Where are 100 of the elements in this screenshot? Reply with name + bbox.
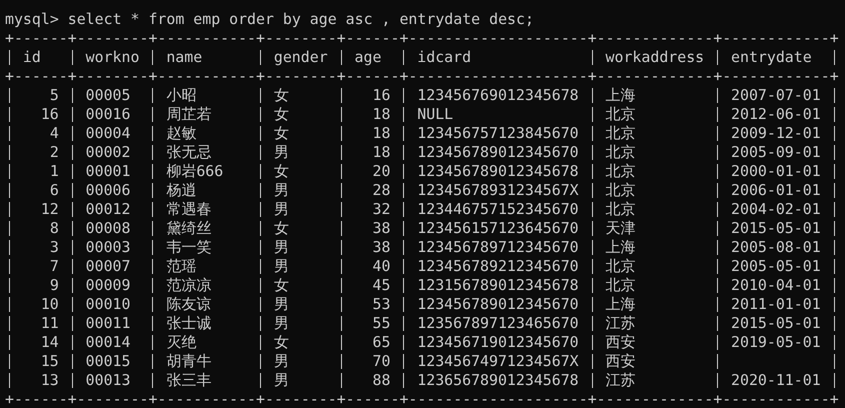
table-cell: 16 — [40, 105, 59, 124]
table-cell: 28 — [372, 181, 390, 200]
table-cell: 北京 — [606, 276, 636, 295]
table-cell: 2009-12-01 — [731, 124, 821, 143]
table-cell: 女 — [274, 86, 289, 105]
table-cell: 123446757152345670 — [417, 200, 579, 219]
table-cell: NULL — [417, 105, 454, 124]
table-cell: 123456769012345678 — [417, 86, 579, 105]
table-border: +------+--------+-----------+--------+------+--------------------+-------------+------------+ — [5, 390, 839, 408]
table-cell: 00009 — [86, 276, 130, 295]
table-cell: 女 — [274, 162, 289, 181]
table-cell: 2004-02-01 — [731, 200, 821, 219]
table-cell: 70 — [372, 352, 390, 371]
table-cell: 男 — [274, 352, 289, 371]
table-cell: 陈友谅 — [166, 295, 212, 314]
table-cell: 2006-01-01 — [731, 181, 821, 200]
table-cell: 张无忌 — [166, 143, 212, 162]
table-cell: 00013 — [86, 371, 130, 390]
table-cell: 常遇春 — [166, 200, 212, 219]
table-cell: 00015 — [86, 352, 130, 371]
table-cell: 1 — [50, 162, 59, 181]
table-cell: 38 — [372, 238, 390, 257]
table-cell: 10 — [40, 295, 59, 314]
table-cell: 2020-11-01 — [731, 371, 821, 390]
table-cell: 00006 — [86, 181, 130, 200]
column-header: gender — [274, 48, 328, 67]
table-cell: 12345678931234567X — [417, 181, 579, 200]
table-cell: 北京 — [606, 257, 636, 276]
table-cell: 65 — [372, 333, 390, 352]
table-cell: 123456789712345670 — [417, 238, 579, 257]
table-cell: 9 — [50, 276, 59, 295]
table-cell: 上海 — [606, 86, 636, 105]
table-cell: 15 — [40, 352, 59, 371]
table-cell: 女 — [274, 276, 289, 295]
table-cell: 11 — [40, 314, 59, 333]
table-cell: 女 — [274, 333, 289, 352]
table-cell: 00004 — [86, 124, 130, 143]
table-cell: 上海 — [606, 238, 636, 257]
table-cell: 2005-09-01 — [731, 143, 821, 162]
table-cell: 6 — [50, 181, 59, 200]
table-cell: 88 — [372, 371, 390, 390]
table-cell: 2007-07-01 — [731, 86, 821, 105]
table-cell: 黛绮丝 — [166, 219, 212, 238]
command-text: mysql> select * from emp order by age asc , entrydate desc; — [5, 10, 534, 28]
table-cell: 18 — [372, 143, 390, 162]
table-cell: 123456789212345670 — [417, 257, 579, 276]
table-cell: 2012-06-01 — [731, 105, 821, 124]
table-cell: 北京 — [606, 181, 636, 200]
table-cell: 38 — [372, 219, 390, 238]
table-cell: 00002 — [86, 143, 130, 162]
table-cell: 18 — [372, 105, 390, 124]
table-cell: 7 — [50, 257, 59, 276]
column-header: name — [166, 48, 202, 67]
table-cell: 男 — [274, 314, 289, 333]
table-cell: 2019-05-01 — [731, 333, 821, 352]
table-cell: 123567897123465670 — [417, 314, 579, 333]
table-cell: 00014 — [86, 333, 130, 352]
table-cell: 53 — [372, 295, 390, 314]
table-cell: 男 — [274, 257, 289, 276]
column-header: workaddress — [606, 48, 704, 67]
table-border: +------+--------+-----------+--------+------+--------------------+-------------+------------+ — [5, 29, 839, 47]
table-cell: 2000-01-01 — [731, 162, 821, 181]
table-cell: 32 — [372, 200, 390, 219]
table-cell: 男 — [274, 181, 289, 200]
table-cell: 西安 — [606, 352, 636, 371]
table-cell: 12345674971234567X — [417, 352, 579, 371]
table-cell: 赵敏 — [166, 124, 196, 143]
table-cell: 北京 — [606, 200, 636, 219]
table-cell: 天津 — [606, 219, 636, 238]
table-cell: 北京 — [606, 124, 636, 143]
table-cell: 55 — [372, 314, 390, 333]
table-cell: 2015-05-01 — [731, 219, 821, 238]
table-cell: 00005 — [86, 86, 130, 105]
table-cell: 00016 — [86, 105, 130, 124]
table-cell: 00010 — [86, 295, 130, 314]
table-cell: 123456719012345670 — [417, 333, 579, 352]
column-header: workno — [86, 48, 140, 67]
table-cell: 14 — [40, 333, 59, 352]
table-cell: 123456757123845670 — [417, 124, 579, 143]
table-cell: 18 — [372, 124, 390, 143]
column-header: entrydate — [731, 48, 812, 67]
table-cell: 123656789012345678 — [417, 371, 579, 390]
column-header: idcard — [417, 48, 472, 67]
table-cell: 男 — [274, 371, 289, 390]
table-cell: 江苏 — [606, 314, 636, 333]
table-cell: 8 — [50, 219, 59, 238]
table-cell: 123456789012345678 — [417, 162, 579, 181]
table-cell: 123156789012345678 — [417, 276, 579, 295]
table-cell: 40 — [372, 257, 390, 276]
table-cell: 2005-05-01 — [731, 257, 821, 276]
table-cell: 小昭 — [166, 86, 196, 105]
table-cell: 123456157123645670 — [417, 219, 579, 238]
table-cell: 北京 — [606, 143, 636, 162]
table-cell: 123456789012345670 — [417, 143, 579, 162]
table-cell: 2015-05-01 — [731, 314, 821, 333]
table-cell: 范凉凉 — [166, 276, 212, 295]
table-cell: 00008 — [86, 219, 130, 238]
table-cell: 男 — [274, 200, 289, 219]
table-cell: 周芷若 — [166, 105, 212, 124]
table-cell: 张三丰 — [166, 371, 212, 390]
